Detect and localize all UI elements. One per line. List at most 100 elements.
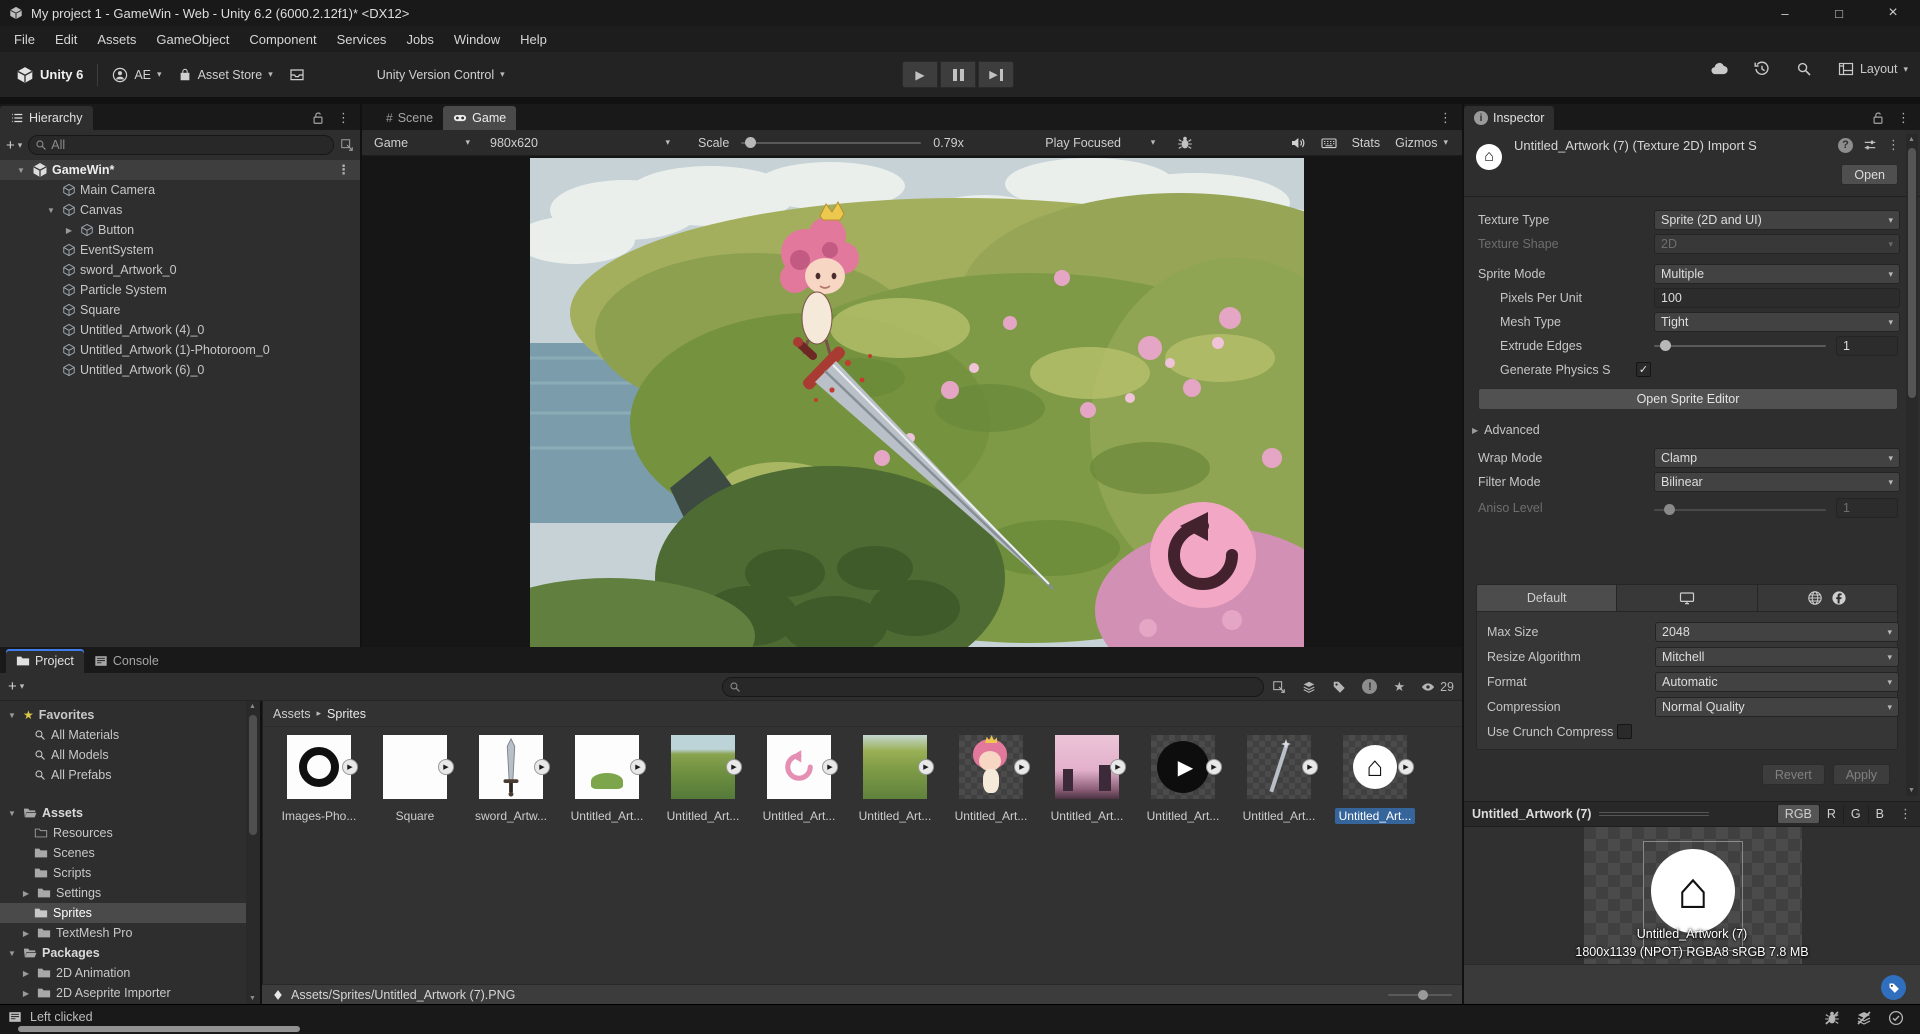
asset-item[interactable]: ▶ Untitled_Art... — [849, 735, 941, 837]
expand-subassets-icon[interactable]: ▶ — [438, 759, 454, 775]
collapse-messages-icon[interactable] — [1856, 1010, 1872, 1026]
create-asset-button[interactable]: + ▾ — [8, 678, 24, 695]
open-button[interactable]: Open — [1841, 164, 1898, 185]
scroll-down-icon[interactable]: ▼ — [1908, 787, 1915, 794]
project-search-input[interactable] — [722, 677, 1264, 697]
menu-services[interactable]: Services — [327, 26, 397, 52]
menu-assets[interactable]: Assets — [87, 26, 146, 52]
panel-menu-icon[interactable]: ⋮ — [337, 110, 350, 126]
asset-labels-button[interactable] — [1881, 975, 1906, 1000]
hierarchy-item[interactable]: Untitled_Artwork (4)_0 — [0, 320, 360, 340]
search-pick-icon[interactable] — [340, 138, 354, 152]
hierarchy-search-input[interactable] — [28, 135, 334, 155]
filter-by-type-icon[interactable] — [1302, 680, 1316, 694]
package-manager-button[interactable] — [281, 60, 313, 90]
folder-textmesh-pro[interactable]: ▶ TextMesh Pro — [0, 923, 246, 943]
scene-menu-icon[interactable]: ⋮ — [337, 162, 350, 178]
scroll-down-icon[interactable]: ▼ — [249, 995, 256, 1002]
asset-item[interactable]: ▶ Untitled_Art... — [561, 735, 653, 837]
favorites-star-icon[interactable]: ★ — [1393, 679, 1405, 695]
menu-window[interactable]: Window — [444, 26, 510, 52]
folder-settings[interactable]: ▶ Settings — [0, 883, 246, 903]
step-button[interactable]: ▶ — [978, 61, 1014, 88]
maximize-button[interactable]: □ — [1812, 0, 1866, 26]
apply-button[interactable]: Apply — [1832, 764, 1890, 785]
pause-button[interactable] — [940, 61, 976, 88]
wrap-mode-dropdown[interactable]: Clamp ▾ — [1654, 448, 1900, 468]
gizmos-dropdown[interactable]: Gizmos ▾ — [1395, 136, 1448, 150]
menu-help[interactable]: Help — [510, 26, 557, 52]
asset-item selected[interactable]: ⌂ ▶ Untitled_Art... — [1329, 735, 1421, 837]
inspector-scrollbar[interactable]: ▲ ▼ — [1906, 134, 1918, 796]
expand-subassets-icon[interactable]: ▶ — [630, 759, 646, 775]
filter-by-label-icon[interactable] — [1332, 680, 1346, 694]
close-button[interactable]: × — [1866, 0, 1920, 26]
log-icon[interactable]: ! — [1362, 679, 1378, 694]
folder-scripts[interactable]: Scripts — [0, 863, 246, 883]
revert-button[interactable]: Revert — [1761, 764, 1825, 785]
hierarchy-item[interactable]: Untitled_Artwork (6)_0 — [0, 360, 360, 380]
expand-subassets-icon[interactable]: ▶ — [1398, 759, 1414, 775]
scroll-up-icon[interactable]: ▲ — [1908, 136, 1915, 143]
lock-icon[interactable] — [1871, 111, 1885, 125]
platform-tab-default[interactable]: Default — [1477, 585, 1618, 611]
tree-scrollbar[interactable]: ▲ ▼ — [246, 701, 260, 1004]
foldout-open-icon[interactable]: ▼ — [44, 206, 58, 215]
asset-item[interactable]: ▶ Untitled_Art... — [753, 735, 845, 837]
tab-inspector[interactable]: i Inspector — [1464, 106, 1555, 130]
hidden-packages-toggle[interactable]: 29 — [1421, 680, 1454, 694]
expand-subassets-icon[interactable]: ▶ — [918, 759, 934, 775]
favorite-all-models[interactable]: All Models — [0, 745, 246, 765]
channel-r-button[interactable]: R — [1818, 805, 1843, 823]
channel-rgb-button[interactable]: RGB — [1776, 805, 1819, 823]
tab-game[interactable]: Game — [443, 106, 517, 130]
hierarchy-item[interactable]: ▼ Canvas — [0, 200, 360, 220]
tab-project[interactable]: Project — [6, 649, 84, 673]
mute-console-bug-icon[interactable] — [1824, 1010, 1840, 1026]
advanced-foldout[interactable]: ▶ Advanced — [1472, 420, 1540, 440]
panel-menu-icon[interactable]: ⋮ — [1439, 110, 1452, 126]
presets-icon[interactable] — [1863, 138, 1877, 152]
folder-scenes[interactable]: Scenes — [0, 843, 246, 863]
foldout-closed-icon[interactable]: ▶ — [62, 226, 76, 235]
header-menu-icon[interactable]: ⋮ — [1887, 137, 1900, 153]
pixels-per-unit-field[interactable]: 100 — [1654, 288, 1900, 308]
stats-toggle[interactable]: Stats — [1352, 136, 1381, 150]
help-icon[interactable]: ? — [1838, 137, 1853, 153]
channel-b-button[interactable]: B — [1867, 805, 1891, 823]
hierarchy-item[interactable]: sword_Artwork_0 — [0, 260, 360, 280]
scrollbar-thumb[interactable] — [249, 715, 257, 835]
breadcrumb-root[interactable]: Assets — [273, 707, 311, 721]
breadcrumb-current[interactable]: Sprites — [327, 707, 366, 721]
menu-component[interactable]: Component — [239, 26, 326, 52]
max-size-dropdown[interactable]: 2048 ▾ — [1655, 622, 1899, 642]
resize-algorithm-dropdown[interactable]: Mitchell ▾ — [1655, 647, 1899, 667]
panel-menu-icon[interactable]: ⋮ — [1897, 110, 1910, 126]
format-dropdown[interactable]: Automatic ▾ — [1655, 672, 1899, 692]
asset-item[interactable]: ▶ Untitled_Art... — [1041, 735, 1133, 837]
play-button[interactable]: ▶ — [902, 61, 938, 88]
expand-subassets-icon[interactable]: ▶ — [1206, 759, 1222, 775]
folder-sprites[interactable]: Sprites — [0, 903, 246, 923]
texture-type-dropdown[interactable]: Sprite (2D and UI) ▾ — [1654, 210, 1900, 230]
expand-subassets-icon[interactable]: ▶ — [1302, 759, 1318, 775]
asset-item[interactable]: ▶ sword_Artw... — [465, 735, 557, 837]
play-mode-dropdown[interactable]: Play Focused ▾ — [1039, 133, 1161, 153]
scale-slider[interactable] — [741, 136, 922, 148]
packages-root-foldout[interactable]: ▼ Packages — [0, 943, 246, 963]
hierarchy-item[interactable]: Square — [0, 300, 360, 320]
asset-item[interactable]: ▶ Square — [369, 735, 461, 837]
menu-gameobject[interactable]: GameObject — [146, 26, 239, 52]
favorite-all-prefabs[interactable]: All Prefabs — [0, 765, 246, 785]
extrude-edges-slider[interactable] — [1654, 340, 1826, 351]
lock-icon[interactable] — [311, 111, 325, 125]
scene-header-row[interactable]: ▼ GameWin* ⋮ — [0, 160, 360, 180]
cloud-icon[interactable] — [1710, 60, 1728, 78]
menu-jobs[interactable]: Jobs — [396, 26, 443, 52]
status-message[interactable]: Left clicked — [30, 1010, 93, 1024]
expand-subassets-icon[interactable]: ▶ — [1110, 759, 1126, 775]
assets-root-foldout[interactable]: ▼ Assets — [0, 803, 246, 823]
history-icon[interactable] — [1754, 61, 1770, 77]
hierarchy-item[interactable]: ▶ Button — [0, 220, 360, 240]
asset-item[interactable]: ▶ Untitled_Art... — [1233, 735, 1325, 837]
